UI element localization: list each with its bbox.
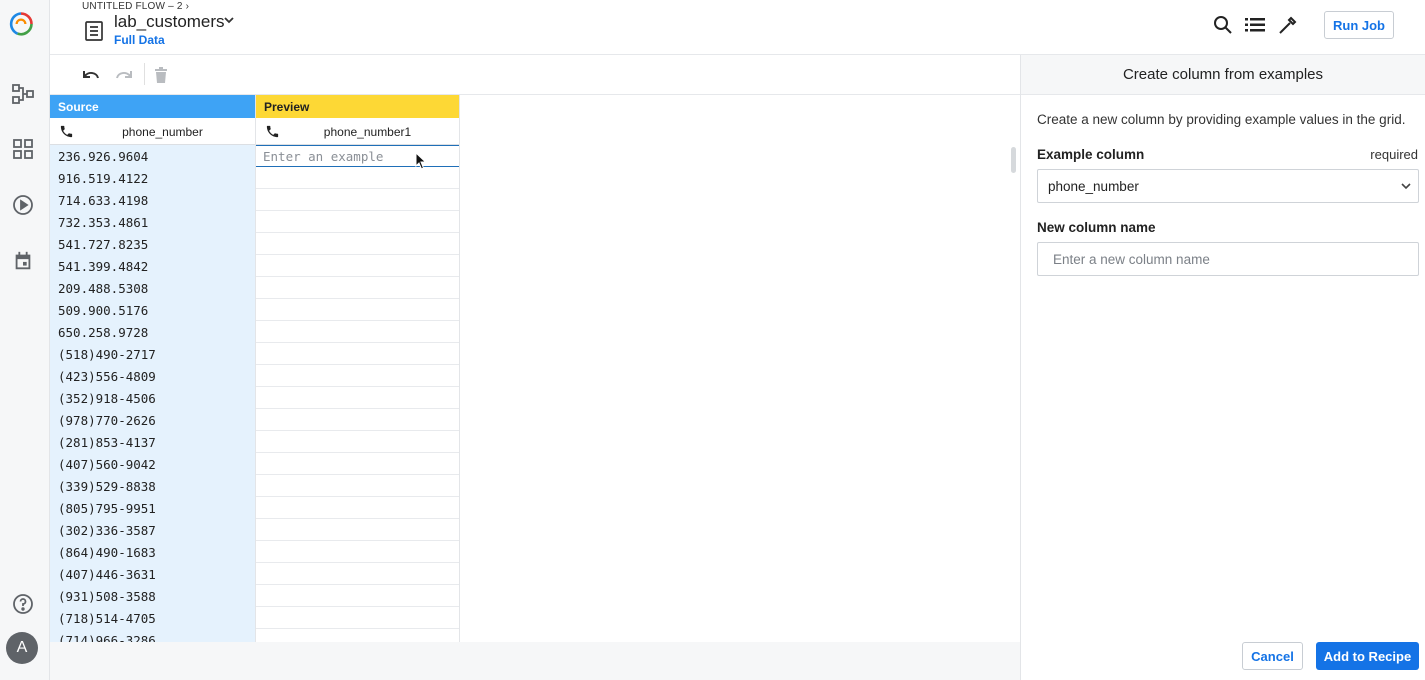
example-column-label: Example column: [1037, 147, 1145, 162]
delete-icon: [150, 64, 172, 86]
dataset-icon: [83, 20, 105, 42]
header: UNTITLED FLOW – 2 › lab_customers Full D…: [50, 0, 1425, 55]
source-cell[interactable]: (718)514-4705: [50, 607, 255, 629]
toolbar-divider: [144, 63, 145, 85]
chevron-down-icon: [1400, 180, 1412, 195]
preview-cell[interactable]: [256, 629, 459, 642]
preview-cell[interactable]: [256, 365, 459, 387]
preview-column: Preview phone_number1: [255, 95, 460, 642]
create-column-panel: Create column from examples Create a new…: [1020, 55, 1425, 680]
flow-icon[interactable]: [9, 80, 37, 108]
preview-cells: [256, 167, 459, 642]
preview-cell[interactable]: [256, 189, 459, 211]
source-cell[interactable]: 650.258.9728: [50, 321, 255, 343]
source-cell[interactable]: (407)446-3631: [50, 563, 255, 585]
source-cell[interactable]: 541.399.4842: [50, 255, 255, 277]
panel-description: Create a new column by providing example…: [1037, 112, 1406, 127]
preview-cell[interactable]: [256, 321, 459, 343]
undo-icon[interactable]: [80, 64, 102, 86]
source-cell[interactable]: (864)490-1683: [50, 541, 255, 563]
source-cell[interactable]: 541.727.8235: [50, 233, 255, 255]
source-cell[interactable]: 509.900.5176: [50, 299, 255, 321]
preview-column-header[interactable]: phone_number1: [256, 118, 459, 145]
preview-cell[interactable]: [256, 387, 459, 409]
example-column-select[interactable]: phone_number: [1037, 169, 1419, 203]
data-grid: Source phone_number 236.926.9604 916.519.…: [50, 95, 1020, 642]
search-icon[interactable]: [1212, 14, 1234, 36]
source-cell[interactable]: (352)918-4506: [50, 387, 255, 409]
jobs-icon[interactable]: [9, 191, 37, 219]
preview-cell[interactable]: [256, 277, 459, 299]
user-avatar[interactable]: A: [6, 632, 38, 664]
status-bar: [50, 642, 1027, 680]
new-column-name-input[interactable]: [1037, 242, 1419, 276]
source-cell[interactable]: 236.926.9604: [50, 145, 255, 167]
cancel-button[interactable]: Cancel: [1242, 642, 1303, 670]
preview-cell[interactable]: [256, 541, 459, 563]
preview-cell[interactable]: [256, 343, 459, 365]
preview-header: Preview: [256, 95, 459, 118]
new-column-name-label: New column name: [1037, 220, 1156, 235]
preview-cell[interactable]: [256, 453, 459, 475]
preview-cell[interactable]: [256, 585, 459, 607]
eyedropper-icon[interactable]: [1277, 14, 1299, 36]
source-cell[interactable]: (407)560-9042: [50, 453, 255, 475]
preview-cell[interactable]: [256, 475, 459, 497]
source-cells: 236.926.9604 916.519.4122 714.633.4198 732.…: [50, 145, 255, 642]
source-column-header[interactable]: phone_number: [50, 118, 255, 145]
chevron-right-icon: ›: [185, 1, 190, 12]
toolbar: [50, 55, 1020, 95]
source-cell[interactable]: 714.633.4198: [50, 189, 255, 211]
app: A UNTITLED FLOW – 2 › lab_customers Full…: [0, 0, 1425, 680]
source-column: Source phone_number 236.926.9604 916.519.…: [50, 95, 255, 642]
preview-cell[interactable]: [256, 167, 459, 189]
panel-title: Create column from examples: [1021, 55, 1425, 95]
help-icon[interactable]: [9, 590, 37, 618]
source-cell[interactable]: (714)966-3286: [50, 629, 255, 642]
add-to-recipe-button[interactable]: Add to Recipe: [1316, 642, 1419, 670]
example-input[interactable]: [256, 145, 459, 167]
preview-cell[interactable]: [256, 233, 459, 255]
chevron-down-icon[interactable]: [222, 13, 236, 32]
redo-icon: [113, 64, 135, 86]
source-cell[interactable]: (931)508-3588: [50, 585, 255, 607]
preview-cell[interactable]: [256, 607, 459, 629]
source-cell[interactable]: (978)770-2626: [50, 409, 255, 431]
breadcrumb[interactable]: UNTITLED FLOW – 2 ›: [82, 1, 189, 12]
dataset-name[interactable]: lab_customers: [114, 12, 225, 32]
source-cell[interactable]: (339)529-8838: [50, 475, 255, 497]
library-icon[interactable]: [9, 135, 37, 163]
app-logo-icon[interactable]: [7, 10, 35, 38]
source-cell[interactable]: (805)795-9951: [50, 497, 255, 519]
example-column-value: phone_number: [1048, 179, 1139, 194]
preview-cell[interactable]: [256, 563, 459, 585]
preview-cell[interactable]: [256, 409, 459, 431]
source-cell[interactable]: 209.488.5308: [50, 277, 255, 299]
mouse-cursor-icon: [415, 151, 427, 175]
source-column-name: phone_number: [122, 125, 203, 139]
required-label: required: [1370, 147, 1418, 162]
grid-scrollbar[interactable]: [1011, 147, 1016, 173]
source-cell[interactable]: 732.353.4861: [50, 211, 255, 233]
sample-type-link[interactable]: Full Data: [114, 33, 165, 47]
preview-cell[interactable]: [256, 255, 459, 277]
source-header: Source: [50, 95, 255, 118]
breadcrumb-flow[interactable]: UNTITLED FLOW – 2: [82, 1, 183, 12]
left-nav: A: [0, 0, 50, 680]
preview-cell[interactable]: [256, 299, 459, 321]
preview-cell[interactable]: [256, 497, 459, 519]
source-cell[interactable]: (302)336-3587: [50, 519, 255, 541]
preview-cell[interactable]: [256, 519, 459, 541]
run-job-button[interactable]: Run Job: [1324, 11, 1394, 39]
source-cell[interactable]: (423)556-4809: [50, 365, 255, 387]
list-icon[interactable]: [1244, 14, 1266, 36]
preview-cell[interactable]: [256, 431, 459, 453]
preview-column-name: phone_number1: [323, 125, 412, 139]
source-cell[interactable]: (518)490-2717: [50, 343, 255, 365]
calendar-icon[interactable]: [9, 247, 37, 275]
preview-cell[interactable]: [256, 211, 459, 233]
source-cell[interactable]: (281)853-4137: [50, 431, 255, 453]
source-cell[interactable]: 916.519.4122: [50, 167, 255, 189]
